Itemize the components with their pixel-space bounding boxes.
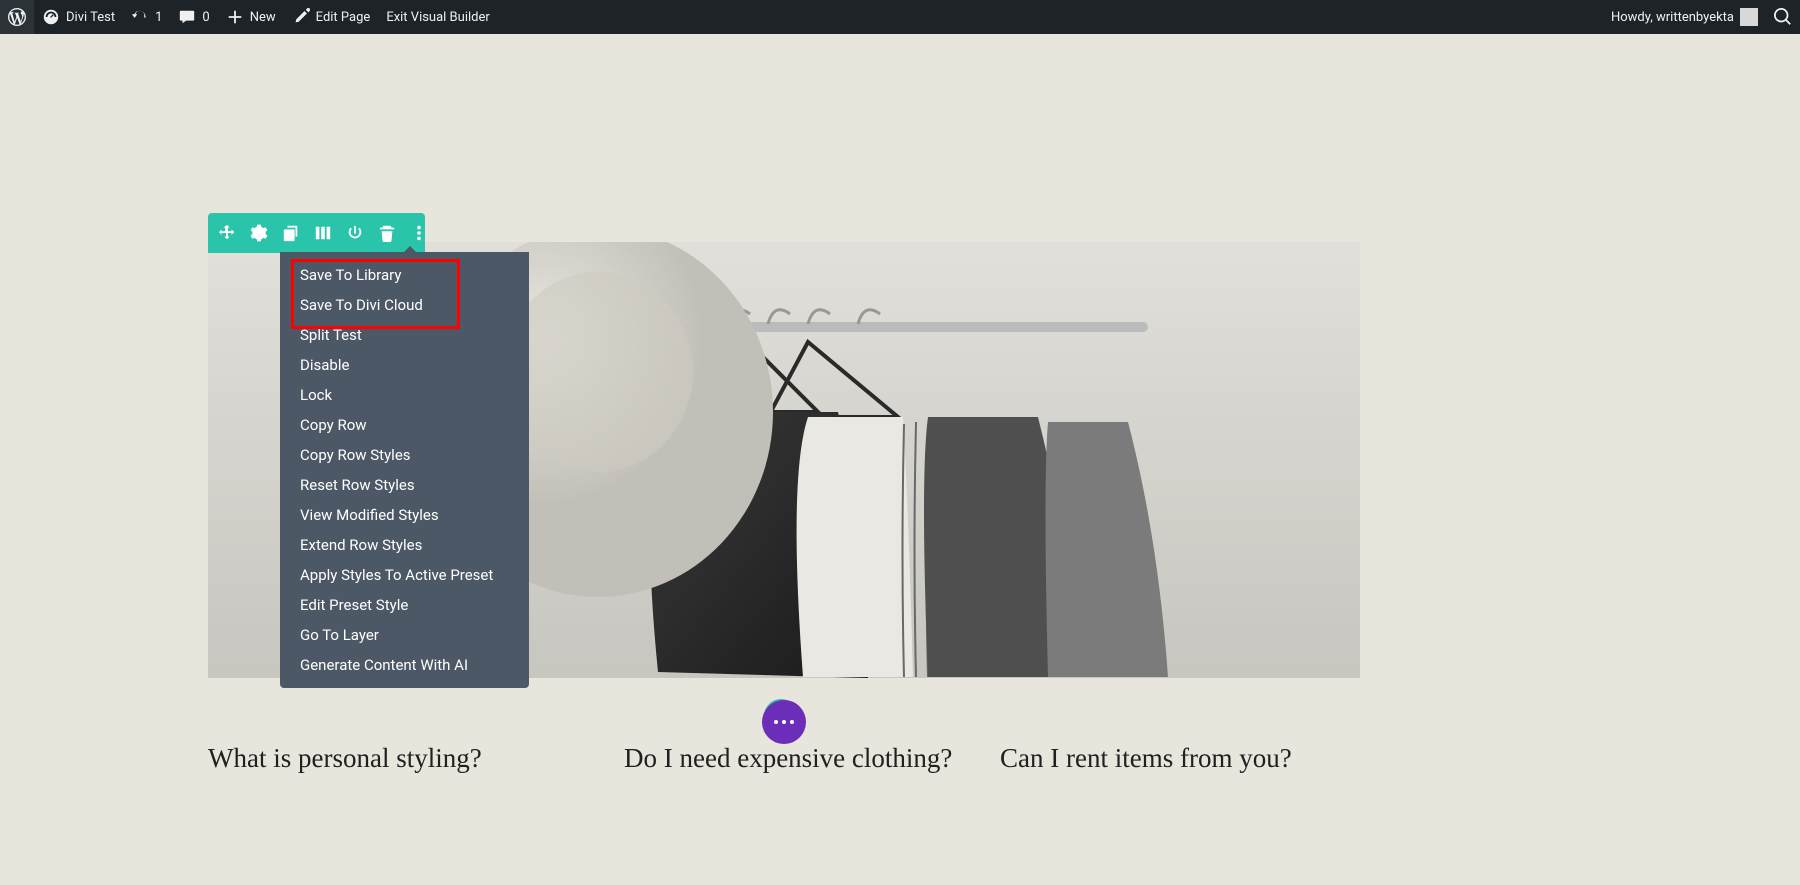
dd-save-to-divi-cloud[interactable]: Save To Divi Cloud <box>280 290 529 320</box>
refresh-icon <box>131 8 149 26</box>
page-canvas: Save To Library Save To Divi Cloud Split… <box>0 34 1800 885</box>
delete-icon[interactable] <box>378 224 396 242</box>
search-icon <box>1774 8 1792 26</box>
new-label: New <box>250 10 276 25</box>
dd-reset-row-styles[interactable]: Reset Row Styles <box>280 470 529 500</box>
dd-view-modified-styles[interactable]: View Modified Styles <box>280 500 529 530</box>
site-name[interactable]: Divi Test <box>34 0 123 34</box>
pencil-icon <box>292 8 310 26</box>
dd-save-to-library[interactable]: Save To Library <box>280 260 529 290</box>
dd-split-test[interactable]: Split Test <box>280 320 529 350</box>
dd-edit-preset-style[interactable]: Edit Preset Style <box>280 590 529 620</box>
my-account[interactable]: Howdy, writtenbyekta <box>1603 0 1766 34</box>
builder-fab <box>764 699 804 739</box>
col2-heading: Do I need expensive clothing? <box>624 742 964 776</box>
move-icon[interactable] <box>218 224 236 242</box>
dd-apply-styles-preset[interactable]: Apply Styles To Active Preset <box>280 560 529 590</box>
dd-disable[interactable]: Disable <box>280 350 529 380</box>
col1-heading: What is personal styling? <box>208 742 568 776</box>
more-icon[interactable] <box>410 224 428 242</box>
exit-vb-label: Exit Visual Builder <box>386 10 489 25</box>
user-avatar <box>1740 8 1758 26</box>
edit-page-label: Edit Page <box>316 10 371 25</box>
plus-icon <box>226 8 244 26</box>
site-title-label: Divi Test <box>66 10 115 25</box>
row-toolbar <box>208 213 425 253</box>
update-count-label: 1 <box>155 10 162 25</box>
col3-heading: Can I rent items from you? <box>1000 742 1360 776</box>
comment-icon <box>178 8 196 26</box>
exit-visual-builder[interactable]: Exit Visual Builder <box>378 0 497 34</box>
search-button[interactable] <box>1766 0 1800 34</box>
dd-copy-row-styles[interactable]: Copy Row Styles <box>280 440 529 470</box>
howdy-label: Howdy, writtenbyekta <box>1611 10 1734 25</box>
updates[interactable]: 1 <box>123 0 170 34</box>
builder-fab-button[interactable] <box>764 702 804 742</box>
dd-extend-row-styles[interactable]: Extend Row Styles <box>280 530 529 560</box>
dd-copy-row[interactable]: Copy Row <box>280 410 529 440</box>
columns-headings: What is personal styling? Do I need expe… <box>208 742 1360 776</box>
comments[interactable]: 0 <box>170 0 217 34</box>
dd-lock[interactable]: Lock <box>280 380 529 410</box>
power-icon[interactable] <box>346 224 364 242</box>
dots-icon <box>772 720 796 724</box>
wp-admin-bar: Divi Test 1 0 New Edit Page Exit Visual … <box>0 0 1800 34</box>
dd-generate-content-ai[interactable]: Generate Content With AI <box>280 650 529 680</box>
wordpress-icon <box>8 8 26 26</box>
comment-count-label: 0 <box>202 10 209 25</box>
wp-logo[interactable] <box>0 0 34 34</box>
duplicate-icon[interactable] <box>282 224 300 242</box>
row-more-dropdown: Save To Library Save To Divi Cloud Split… <box>280 252 529 688</box>
new-content[interactable]: New <box>218 0 284 34</box>
dd-go-to-layer[interactable]: Go To Layer <box>280 620 529 650</box>
settings-icon[interactable] <box>250 224 268 242</box>
columns-icon[interactable] <box>314 224 332 242</box>
dashboard-icon <box>42 8 60 26</box>
edit-page[interactable]: Edit Page <box>284 0 379 34</box>
